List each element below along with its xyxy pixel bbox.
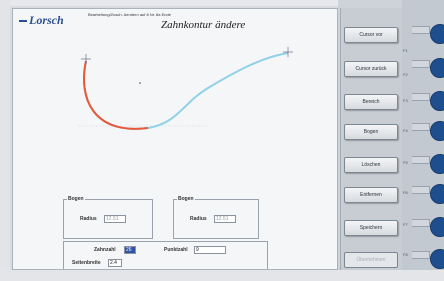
end-point-marker[interactable] <box>283 47 293 57</box>
left-group-label: Bogen <box>67 196 85 202</box>
tooth-count-field[interactable]: 26 <box>124 246 136 254</box>
hardkey-8[interactable] <box>430 249 444 269</box>
selected-arc <box>82 60 149 130</box>
start-point-marker[interactable] <box>81 54 91 64</box>
rail-notch <box>412 26 430 34</box>
left-radius-field[interactable]: 12.51 <box>104 215 126 223</box>
side-width-label: Seitenbreite <box>72 260 101 266</box>
rail-notch <box>412 60 430 68</box>
right-radius-label: Radius <box>190 216 207 222</box>
rail-notch <box>412 251 430 259</box>
hardkey-5[interactable] <box>430 154 444 174</box>
rail-tick-2: F2 <box>403 72 408 77</box>
remove-button[interactable]: Entfernen <box>344 187 398 203</box>
hardkey-7[interactable] <box>430 217 444 237</box>
tooth-curve <box>82 52 289 130</box>
rail-tick-6: F6 <box>403 190 408 195</box>
cursor-back-button[interactable]: Cursor zurück <box>344 61 398 77</box>
tooth-parameters-group: Zahnzahl 26 Punktzahl 9 Seitenbreite 2.4 <box>63 241 268 269</box>
logo-mark <box>19 20 27 23</box>
left-radius-label: Radius <box>80 216 97 222</box>
point-count-field[interactable]: 9 <box>194 246 226 254</box>
hardkey-6[interactable] <box>430 184 444 204</box>
side-width-field[interactable]: 2.4 <box>108 259 122 267</box>
bezel-left <box>0 0 10 281</box>
right-radius-field[interactable]: 12.51 <box>214 215 236 223</box>
logo-text: Lorsch <box>29 13 64 27</box>
point-count-label: Punktzahl <box>164 247 188 253</box>
cursor-forward-button[interactable]: Cursor vor <box>344 27 398 43</box>
rail-notch <box>412 156 430 164</box>
bezel-bottom <box>0 270 444 281</box>
rail-tick-7: F7 <box>403 222 408 227</box>
main-screen: Lorsch Bearbeitung/Zusch. Aendern auf 8 … <box>12 8 338 270</box>
rail-tick-4: F4 <box>403 128 408 133</box>
save-button[interactable]: Speichern <box>344 220 398 236</box>
hardkey-3[interactable] <box>430 91 444 111</box>
rail-tick-1: F1 <box>403 48 408 53</box>
hardkey-1[interactable] <box>430 24 444 44</box>
header-subtitle: Bearbeitung/Zusch. Aendern auf 8 Nr. 8a … <box>88 12 171 17</box>
logo: Lorsch <box>19 13 64 28</box>
center-point <box>139 82 141 84</box>
hardkey-2[interactable] <box>430 58 444 78</box>
left-arc-group: Bogen Radius 12.51 <box>63 196 153 239</box>
right-arc-group: Bogen Radius 12.51 <box>173 196 259 239</box>
range-button[interactable]: Bereich <box>344 94 398 110</box>
apply-button[interactable]: Übernehmen <box>344 252 398 268</box>
rail-tick-5: F5 <box>403 160 408 165</box>
delete-button[interactable]: Löschen <box>344 157 398 173</box>
rail-notch <box>412 219 430 227</box>
rail-tick-3: F3 <box>403 98 408 103</box>
tooth-profile-canvas[interactable] <box>68 43 298 143</box>
right-group-label: Bogen <box>177 196 195 202</box>
rail-tick-8: F8 <box>403 252 408 257</box>
rail-notch <box>412 93 430 101</box>
hardkey-4[interactable] <box>430 121 444 141</box>
rail-notch <box>412 186 430 194</box>
page-title: Zahnkontur ändere <box>161 19 246 31</box>
tooth-count-label: Zahnzahl <box>94 247 116 253</box>
arc-button[interactable]: Bogen <box>344 124 398 140</box>
rail-notch <box>412 123 430 131</box>
